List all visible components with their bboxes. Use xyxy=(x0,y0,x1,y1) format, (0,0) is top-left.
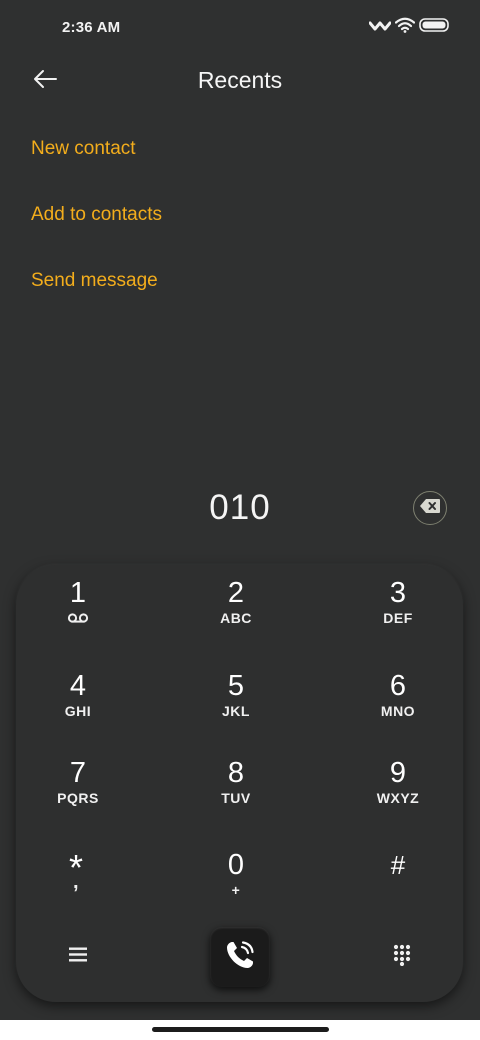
key-digit: 6 xyxy=(389,670,407,702)
dialpad-toggle-button[interactable] xyxy=(382,937,422,977)
status-time: 2:36 AM xyxy=(62,19,121,36)
key-letters: DEF xyxy=(383,610,413,626)
key-letters: TUV xyxy=(221,790,251,806)
key-letters: GHI xyxy=(64,703,92,719)
voicemail-icon xyxy=(18,611,138,629)
keypad: 1 2 ABC 3 DEF 4 GHI 5 JKL 6 MNO 7 PQRS 8… xyxy=(16,565,463,1002)
home-indicator-area xyxy=(0,1020,480,1040)
key-8[interactable]: 8 TUV xyxy=(176,757,296,829)
key-letters: PQRS xyxy=(57,790,99,806)
backspace-icon xyxy=(419,498,441,519)
key-letters: WXYZ xyxy=(376,790,420,806)
key-hash[interactable]: # xyxy=(338,849,458,921)
key-letters: MNO xyxy=(380,703,416,719)
backspace-button[interactable] xyxy=(413,491,447,525)
send-message-link[interactable]: Send message xyxy=(31,258,162,324)
key-5[interactable]: 5 JKL xyxy=(176,670,296,742)
signal-icon xyxy=(368,18,392,37)
status-icons xyxy=(368,17,450,38)
dialed-number: 010 xyxy=(209,488,271,527)
key-letters: ABC xyxy=(220,610,252,626)
key-digit: # xyxy=(390,850,406,880)
dial-display: 010 xyxy=(0,486,480,536)
key-0[interactable]: 0 + xyxy=(176,849,296,921)
key-letters: JKL xyxy=(222,703,250,719)
key-2[interactable]: 2 ABC xyxy=(176,577,296,649)
key-9[interactable]: 9 WXYZ xyxy=(338,757,458,829)
header: Recents xyxy=(0,56,480,108)
key-digit: 8 xyxy=(227,757,245,789)
key-star[interactable]: * , xyxy=(16,849,136,921)
key-digit: 2 xyxy=(227,577,245,609)
key-7[interactable]: 7 PQRS xyxy=(18,757,138,829)
key-digit: 3 xyxy=(389,577,407,609)
key-digit: 1 xyxy=(69,577,87,609)
key-3[interactable]: 3 DEF xyxy=(338,577,458,649)
key-letters: , xyxy=(72,871,80,893)
key-digit: 4 xyxy=(69,670,87,702)
action-menu: New contact Add to contacts Send message xyxy=(31,126,162,324)
status-bar: 2:36 AM xyxy=(0,0,480,56)
add-to-contacts-link[interactable]: Add to contacts xyxy=(31,192,162,258)
key-digit: 9 xyxy=(389,757,407,789)
phone-call-icon xyxy=(223,938,257,977)
menu-button[interactable] xyxy=(58,939,98,975)
new-contact-link[interactable]: New contact xyxy=(31,126,162,192)
key-digit: 0 xyxy=(227,849,245,881)
key-digit: 7 xyxy=(69,757,87,789)
key-4[interactable]: 4 GHI xyxy=(18,670,138,742)
call-button[interactable] xyxy=(210,927,270,987)
key-digit: 5 xyxy=(227,670,245,702)
page-title: Recents xyxy=(197,67,283,93)
key-letters: + xyxy=(231,882,241,898)
dialpad-grid-icon xyxy=(393,944,411,971)
battery-icon xyxy=(419,17,450,38)
key-1[interactable]: 1 xyxy=(18,577,138,649)
hamburger-menu-icon xyxy=(69,947,87,967)
home-indicator-bar[interactable] xyxy=(152,1027,329,1032)
key-6[interactable]: 6 MNO xyxy=(338,670,458,742)
wifi-icon xyxy=(394,17,416,38)
